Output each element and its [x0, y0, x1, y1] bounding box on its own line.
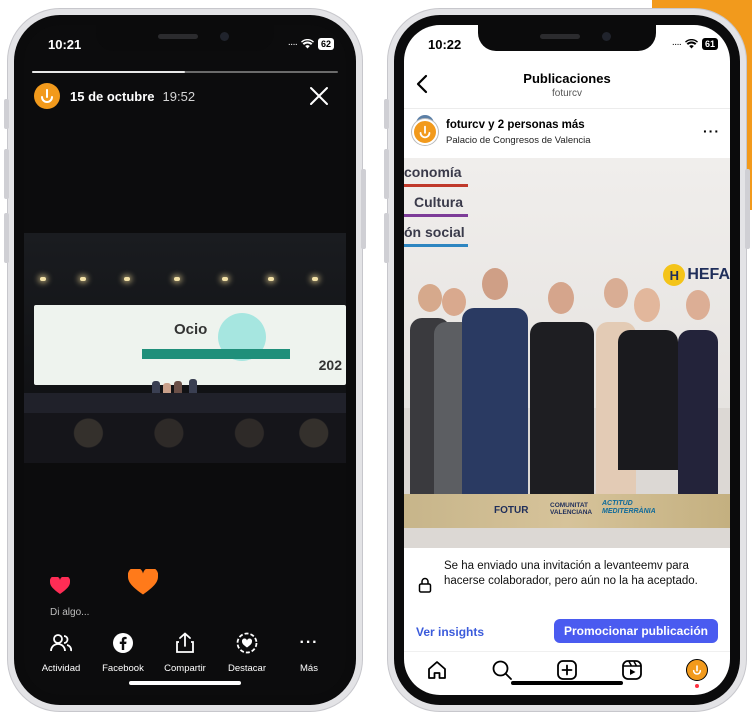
status-time: 10:21: [48, 37, 82, 52]
photo-text: ón social: [404, 224, 465, 240]
story-time: 19:52: [162, 88, 196, 104]
tool-share[interactable]: Compartir: [155, 629, 215, 674]
page-title: Publicaciones: [523, 71, 611, 86]
reels-icon: [622, 659, 643, 680]
post-actions: Ver insights Promocionar publicación: [412, 619, 722, 645]
tool-activity[interactable]: Actividad: [31, 629, 91, 674]
wifi-icon: [684, 39, 698, 49]
story-photo[interactable]: Ocio 202: [24, 233, 346, 463]
more-options-icon[interactable]: ···: [703, 123, 720, 139]
story-screen: 10:21 ···· 62 15 de octubre 19:52 Ocio 2…: [24, 25, 346, 695]
battery-indicator: 62: [317, 38, 334, 50]
wifi-icon: [300, 39, 314, 49]
story-progress-fill: [32, 71, 185, 73]
tab-reels[interactable]: [618, 656, 646, 684]
tool-label: Actividad: [41, 663, 81, 674]
tool-label: Destacar: [227, 663, 266, 674]
tool-more[interactable]: ··· Más: [279, 629, 339, 674]
home-indicator[interactable]: [129, 681, 241, 685]
highlight-icon: [236, 632, 258, 654]
fotur-logo-icon: [419, 125, 431, 139]
photo-text: conomía: [404, 164, 462, 180]
heart-icon[interactable]: [50, 577, 70, 595]
avatar[interactable]: [412, 119, 438, 145]
promote-post-button[interactable]: Promocionar publicación: [553, 619, 718, 643]
signal-icon: ····: [287, 38, 298, 50]
people-icon: [50, 634, 72, 652]
more-icon: ···: [299, 634, 319, 651]
tab-search[interactable]: [488, 656, 516, 684]
stage-screen-year: 202: [318, 357, 342, 373]
profile-icon: [686, 658, 709, 681]
banner-text: FOTUR: [494, 505, 529, 516]
tab-create[interactable]: [553, 656, 581, 684]
nav-header: Publicaciones foturcv: [404, 63, 730, 109]
banner-text: COMUNITAT VALENCIANA: [550, 502, 593, 516]
tab-profile[interactable]: [683, 656, 711, 688]
story-progress-bar: [32, 71, 338, 73]
phone-post: 10:22 ···· 61 Publicaciones foturcv fotu…: [384, 9, 750, 711]
post-username[interactable]: foturcv y 2 personas más: [446, 119, 585, 131]
avatar[interactable]: [34, 83, 60, 109]
facebook-icon: [113, 633, 133, 653]
invite-text: Se ha enviado una invitación a levanteem…: [444, 560, 698, 587]
tool-label: Compartir: [164, 663, 206, 674]
photo-brand: H HEFA: [663, 264, 730, 286]
reply-hint[interactable]: Di algo...: [50, 607, 89, 618]
story-header: 15 de octubre 19:52: [34, 81, 336, 111]
search-icon: [492, 660, 512, 680]
close-icon[interactable]: [306, 83, 332, 109]
share-icon: [176, 632, 194, 653]
stage-banner: FOTUR COMUNITAT VALENCIANA ACTITUD MEDIT…: [404, 494, 730, 528]
collab-invite-notice: Se ha enviado una invitación a levanteem…: [412, 557, 722, 613]
tool-highlight[interactable]: Destacar: [217, 629, 277, 674]
signal-icon: ····: [671, 38, 682, 50]
post-photo[interactable]: conomía Cultura ón social H HEFA FOTUR C…: [404, 158, 730, 548]
story-date: 15 de octubre: [70, 88, 155, 104]
tab-home[interactable]: [423, 656, 451, 684]
story-toolbar: Actividad Facebook Compartir Destacar ··…: [24, 629, 346, 674]
photo-text: Cultura: [414, 194, 463, 210]
lock-icon: [418, 577, 432, 593]
fotur-logo-icon: [41, 89, 53, 103]
home-indicator[interactable]: [511, 681, 623, 685]
tool-facebook[interactable]: Facebook: [93, 629, 153, 674]
post-screen: 10:22 ···· 61 Publicaciones foturcv fotu…: [404, 25, 730, 695]
create-icon: [557, 659, 577, 680]
home-icon: [427, 660, 446, 679]
reaction-heart-icon: [128, 569, 158, 595]
stage-screen-text: Ocio: [174, 321, 208, 338]
battery-indicator: 61: [701, 38, 718, 50]
post-header: foturcv y 2 personas más Palacio de Cong…: [412, 115, 722, 151]
phone-story: 10:21 ···· 62 15 de octubre 19:52 Ocio 2…: [4, 9, 366, 711]
status-time: 10:22: [428, 37, 462, 52]
notification-dot: [695, 683, 700, 688]
post-location[interactable]: Palacio de Congresos de Valencia: [446, 135, 591, 146]
stage-screen: Ocio 202: [34, 305, 346, 385]
banner-text: ACTITUD MEDITERRÀNIA: [602, 500, 656, 515]
tool-label: Facebook: [102, 663, 144, 674]
page-subtitle: foturcv: [551, 88, 582, 99]
tool-label: Más: [300, 663, 318, 674]
view-insights-link[interactable]: Ver insights: [416, 625, 484, 639]
